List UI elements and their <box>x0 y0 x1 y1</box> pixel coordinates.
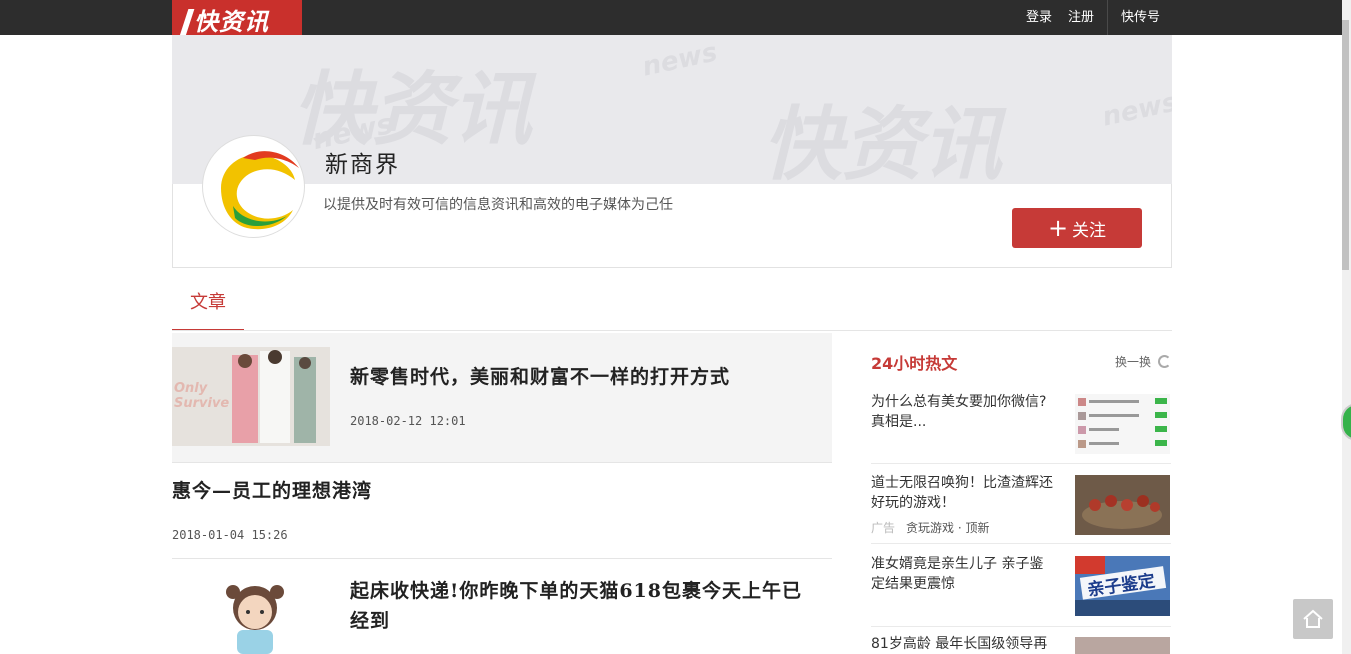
article-title[interactable]: 惠今—员工的理想港湾 <box>172 476 372 503</box>
article-title-line2[interactable]: 经到 <box>350 606 390 633</box>
hot-item-ad[interactable]: 道士无限召唤狗！比渣渣辉还 好玩的游戏！ <box>871 473 1063 513</box>
scrollbar-thumb[interactable] <box>1342 20 1349 270</box>
hot-divider <box>871 626 1171 627</box>
refresh-link[interactable]: 换一换 <box>1115 353 1151 370</box>
profile-name: 新商界 <box>325 152 400 178</box>
hot-list-title: 24小时热文 <box>871 354 958 373</box>
banner-watermark-news: news <box>639 37 720 83</box>
article-title[interactable]: 起床收快递!你昨晚下单的天猫618包裹今天上午已 <box>350 576 802 603</box>
hot-item-title-line2: 真相是... <box>871 414 927 430</box>
hot-item-title-line2: 好玩的游戏！ <box>871 495 955 511</box>
tab-divider <box>172 330 1172 331</box>
hot-item-title-line2: 定结果更震惊 <box>871 576 955 592</box>
plus-icon: + <box>1047 214 1069 242</box>
hot-item-title: 为什么总有美女要加你微信? <box>871 394 1047 410</box>
tab-articles[interactable]: 文章 <box>172 286 244 331</box>
article-divider <box>172 462 832 463</box>
hot-item-title: 81岁高龄 最年长国级领导再 <box>871 636 1048 652</box>
hot-item[interactable]: 准女婿竟是亲生儿子 亲子鉴 定结果更震惊 <box>871 554 1063 594</box>
hot-item[interactable]: 81岁高龄 最年长国级领导再 <box>871 634 1063 654</box>
nav-divider <box>1107 0 1108 35</box>
thumbnail-caption: Only Survive <box>174 381 230 411</box>
article-thumbnail[interactable] <box>215 578 295 654</box>
article-date: 2018-01-04 15:26 <box>172 528 288 542</box>
hot-item-image[interactable]: 亲子鉴定 <box>1075 556 1170 616</box>
back-home-button[interactable] <box>1293 599 1333 639</box>
page-scrollbar[interactable] <box>1342 0 1351 654</box>
follow-button[interactable]: + 关注 <box>1012 208 1142 248</box>
hot-item-image[interactable] <box>1075 475 1170 535</box>
hot-divider <box>871 463 1171 464</box>
hot-item-title: 准女婿竟是亲生儿子 亲子鉴 <box>871 556 1044 572</box>
register-link[interactable]: 注册 <box>1068 0 1094 35</box>
article-title[interactable]: 新零售时代，美丽和财富不一样的打开方式 <box>350 362 730 389</box>
profile-avatar <box>202 135 305 238</box>
login-link[interactable]: 登录 <box>1026 0 1052 35</box>
ad-source[interactable]: 贪玩游戏 · 顶新 <box>906 519 989 536</box>
hot-item-image[interactable] <box>1075 637 1170 654</box>
home-icon <box>1303 609 1323 628</box>
kuaichuanhao-link[interactable]: 快传号 <box>1121 0 1160 35</box>
hot-item-title: 道士无限召唤狗！比渣渣辉还 <box>871 475 1053 491</box>
hot-item[interactable]: 为什么总有美女要加你微信? 真相是... <box>871 392 1063 432</box>
banner-watermark-news: news <box>1099 87 1172 133</box>
logo-text: 快资讯 <box>194 8 269 36</box>
article-divider <box>172 558 832 559</box>
hot-item-image[interactable] <box>1075 394 1170 454</box>
follow-label: 关注 <box>1072 220 1107 241</box>
hot-divider <box>871 543 1171 544</box>
profile-banner: 快资讯 快资讯 news news news <box>172 35 1172 185</box>
banner-watermark: 快资讯 <box>762 98 1002 185</box>
ad-badge: 广告 <box>871 521 896 535</box>
logo-slash-mark <box>179 9 195 36</box>
profile-description: 以提供及时有效可信的信息资讯和高效的电子媒体为己任 <box>323 197 673 213</box>
refresh-icon[interactable] <box>1158 355 1171 368</box>
article-thumbnail[interactable]: Only Survive <box>172 347 330 446</box>
article-date: 2018-02-12 12:01 <box>350 414 466 428</box>
